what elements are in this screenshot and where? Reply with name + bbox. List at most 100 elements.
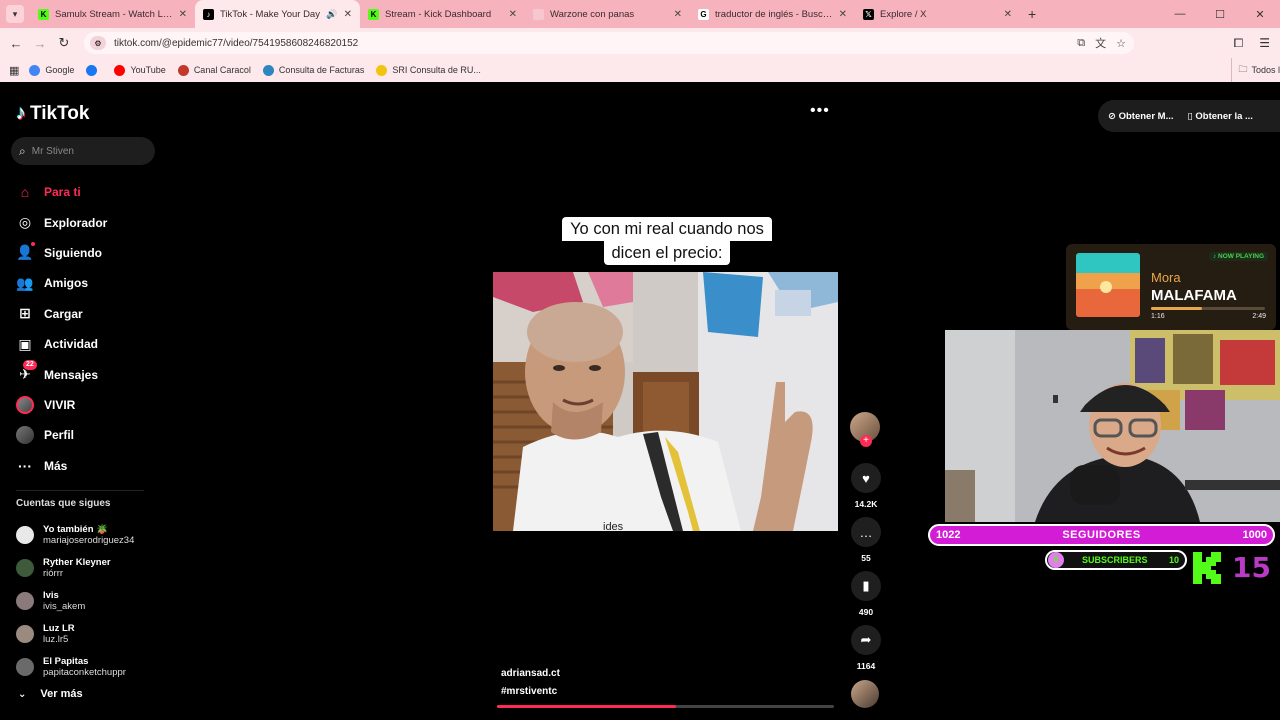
browser-tab[interactable]: K Samulx Stream - Watch Live on ✕	[30, 0, 195, 28]
extensions-icon[interactable]: ⧠	[1234, 36, 1244, 51]
heart-icon[interactable]: ♥	[851, 463, 881, 493]
sidebar-item-m-s[interactable]: ··· Más	[16, 451, 156, 481]
messages-badge: 22	[23, 360, 37, 371]
song-elapsed: 1:16	[1151, 313, 1165, 320]
close-tab-icon[interactable]: ✕	[839, 9, 847, 20]
following-account[interactable]: Ivis ivis_akem	[16, 584, 156, 617]
tiktok-logo[interactable]: ♪ TikTok	[16, 102, 89, 125]
sidebar-item-cargar[interactable]: ⊞ Cargar	[16, 299, 156, 329]
following-account[interactable]: Ryther Kleyner riórrr	[16, 551, 156, 584]
reload-button[interactable]: ↻	[52, 35, 76, 51]
bookmark-item[interactable]: Google	[29, 64, 74, 76]
google-icon: G	[698, 8, 709, 20]
followers-target: 1000	[1242, 529, 1267, 541]
song-progress	[1151, 307, 1265, 310]
bookmark-label: YouTube	[130, 65, 166, 75]
bookmark-star-icon[interactable]: ☆	[1116, 37, 1126, 50]
get-coins-button[interactable]: ⊘ Obtener M...	[1108, 111, 1174, 122]
caption-line-1: Yo con mi real cuando nos	[562, 217, 772, 241]
maximize-button[interactable]: ☐	[1200, 8, 1240, 21]
bookmarks-bar: ▦ Google YouTube Canal Caracol Consulta de …	[0, 58, 1280, 82]
save-action[interactable]: ▮ 490	[848, 571, 884, 625]
bookmark-item[interactable]: YouTube	[114, 64, 166, 76]
account-name: Ivis	[43, 589, 59, 601]
minimize-button[interactable]: —	[1160, 8, 1200, 20]
more-icon: ···	[18, 457, 32, 474]
bookmark-item[interactable]: Canal Caracol	[177, 64, 251, 76]
all-bookmarks[interactable]: 🗀 Todos l	[1231, 58, 1280, 82]
tab-title: Samulx Stream - Watch Live on	[55, 8, 173, 20]
sidebar-item-actividad[interactable]: ▣ Actividad	[16, 329, 156, 359]
search-input[interactable]	[31, 145, 132, 157]
menu-icon[interactable]: ☰	[1259, 36, 1270, 50]
sidebar-item-vivir[interactable]: VIVIR	[16, 390, 156, 420]
following-account[interactable]: Luz LR luz.lr5	[16, 618, 156, 651]
tab-title: Stream - Kick Dashboard	[385, 8, 492, 20]
browser-tab[interactable]: 𝕏 Explore / X ✕	[855, 0, 1020, 28]
bookmark-favicon-icon	[86, 64, 98, 76]
comment-action[interactable]: … 55	[848, 517, 884, 571]
sidebar-divider	[16, 490, 144, 491]
speaker-icon[interactable]: 🔊	[326, 9, 337, 20]
subscribers-current: 0	[1048, 552, 1064, 568]
kick-icon: K	[38, 8, 49, 20]
browser-tab[interactable]: K Stream - Kick Dashboard ✕	[360, 0, 525, 28]
window-controls: — ☐ ✕	[1160, 0, 1280, 28]
comment-icon[interactable]: …	[851, 517, 881, 547]
see-more-button[interactable]: ⌄ Ver más	[18, 688, 83, 700]
sidebar-item-perfil[interactable]: Perfil	[16, 420, 156, 450]
video-player[interactable]: ides	[493, 272, 838, 531]
site-info-icon[interactable]: ⚙	[90, 36, 106, 50]
following-account[interactable]: Yo también 🪴 mariajoserodriguez34	[16, 518, 156, 551]
following-account[interactable]: El Papitas papitaconketchuppr	[16, 651, 156, 684]
close-tab-icon[interactable]: ✕	[509, 9, 517, 20]
bookmark-item[interactable]	[86, 64, 102, 76]
sidebar-item-mensajes[interactable]: ✈ Mensajes 22	[16, 359, 156, 389]
like-action[interactable]: ♥ 14.2K	[848, 463, 884, 517]
bookmark-item[interactable]: SRI Consulta de RU...	[376, 64, 481, 76]
browser-tab[interactable]: ♪ TikTok - Make Your Day 🔊 ✕	[195, 0, 360, 28]
forward-button[interactable]: →	[28, 36, 52, 51]
now-playing-widget: ♪ NOW PLAYING Mora MALAFAMA 1:16 2:49	[1066, 244, 1276, 330]
share-icon[interactable]: ➦	[851, 625, 881, 655]
close-tab-icon[interactable]: ✕	[674, 9, 682, 20]
music-disc-avatar[interactable]	[851, 680, 879, 708]
tab-title: Warzone con panas	[550, 8, 635, 20]
followers-label: SEGUIDORES	[1062, 529, 1141, 541]
sidebar-item-amigos[interactable]: 👥 Amigos	[16, 268, 156, 298]
search-box[interactable]: ⌕	[11, 137, 155, 165]
close-tab-icon[interactable]: ✕	[179, 9, 187, 20]
sidebar-item-explorador[interactable]: ◎ Explorador	[16, 207, 156, 237]
get-app-button[interactable]: ▯ Obtener la ...	[1188, 111, 1253, 122]
apps-grid-icon[interactable]: ▦	[9, 64, 19, 77]
close-tab-icon[interactable]: ✕	[344, 9, 352, 20]
bookmark-icon[interactable]: ▮	[851, 571, 881, 601]
browser-tab-strip: ▾ K Samulx Stream - Watch Live on ✕ ♪ TikTok…	[0, 0, 1280, 28]
back-button[interactable]: ←	[4, 36, 28, 51]
video-progress-bar[interactable]	[497, 705, 834, 708]
sidebar-item-siguiendo[interactable]: 👤 Siguiendo	[16, 238, 156, 268]
follow-plus-icon[interactable]: +	[860, 435, 872, 447]
share-action[interactable]: ➦ 1164	[848, 625, 884, 679]
circle-icon	[533, 8, 544, 20]
sidebar-item-para-ti[interactable]: ⌂ Para ti	[16, 177, 156, 207]
new-tab-button[interactable]: +	[1028, 6, 1036, 22]
like-count: 14.2K	[854, 499, 878, 509]
sidebar-item-label: Explorador	[44, 215, 108, 230]
close-tab-icon[interactable]: ✕	[1004, 9, 1012, 20]
get-app-pill: ⊘ Obtener M... ▯ Obtener la ...	[1098, 100, 1280, 132]
more-options-icon[interactable]: •••	[810, 102, 830, 120]
omnibox[interactable]: ⚙ tiktok.com/@epidemic77/video/754195860…	[84, 32, 1134, 54]
browser-tab[interactable]: Gtraductor de inglés - Buscar co ✕	[690, 0, 855, 28]
video-username[interactable]: adriansad.ct	[501, 668, 560, 679]
video-hashtag[interactable]: #mrstiventc	[501, 686, 557, 697]
tab-title: Explore / X	[880, 8, 927, 20]
close-window-button[interactable]: ✕	[1240, 8, 1280, 21]
cast-icon[interactable]: ⧉	[1077, 37, 1085, 50]
video-frame-image: ides	[493, 272, 838, 531]
translate-icon[interactable]: 文	[1095, 35, 1106, 51]
bookmark-label: Canal Caracol	[193, 65, 251, 75]
tab-search-button[interactable]: ▾	[6, 5, 24, 23]
browser-tab[interactable]: Warzone con panas ✕	[525, 0, 690, 28]
bookmark-item[interactable]: Consulta de Facturas	[262, 64, 364, 76]
